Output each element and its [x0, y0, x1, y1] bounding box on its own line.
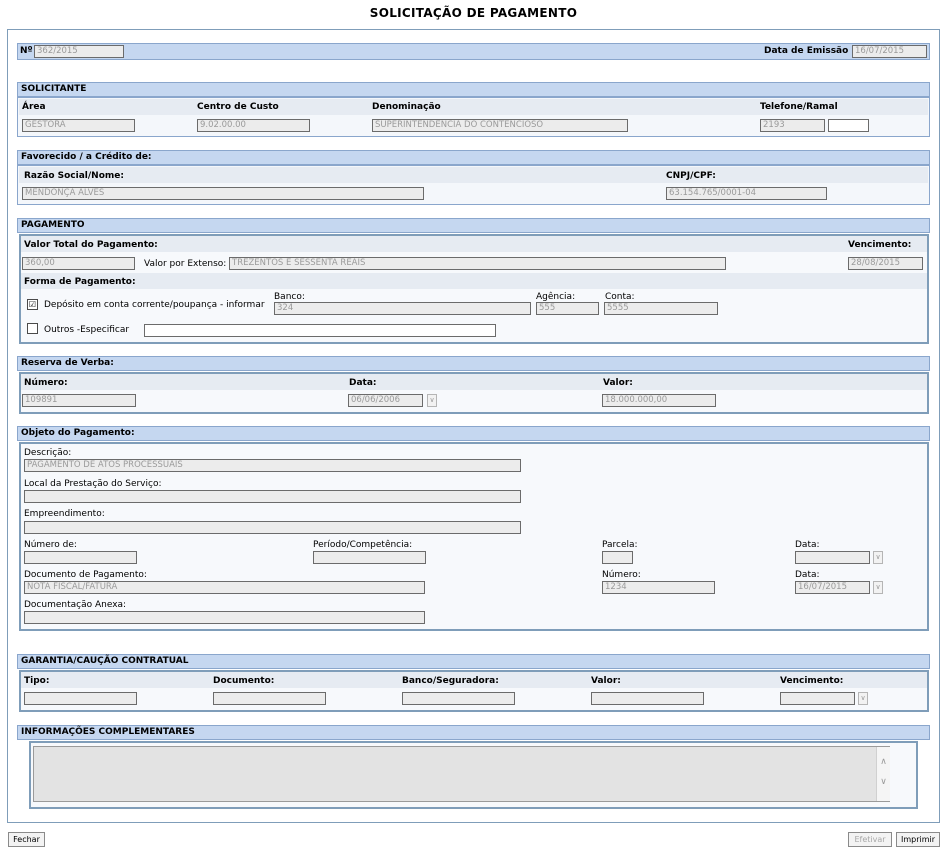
data2-dropdown-icon[interactable]: ∨ [873, 581, 883, 594]
informacoes-header: INFORMAÇÕES COMPLEMENTARES [17, 725, 930, 740]
fechar-button[interactable]: Fechar [8, 832, 45, 847]
vencimento-label: Vencimento: [848, 240, 912, 250]
deposito-checkbox[interactable]: ☑ [27, 299, 38, 310]
garantia-vencimento-dropdown-icon[interactable]: ∨ [858, 692, 868, 705]
favorecido-label-row [19, 167, 928, 183]
numero-label: Nº [20, 46, 33, 56]
reserva-label-row [21, 374, 927, 390]
imprimir-button[interactable]: Imprimir [896, 832, 940, 847]
garantia-documento-label: Documento: [213, 676, 275, 686]
efetivar-button[interactable]: Efetivar [848, 832, 892, 847]
valor-total-field[interactable]: 360,00 [22, 257, 135, 270]
reserva-numero-field[interactable]: 109891 [22, 394, 136, 407]
outros-checkbox[interactable] [27, 323, 38, 334]
banco-seguradora-field[interactable] [402, 692, 515, 705]
parcela-label: Parcela: [602, 540, 638, 550]
periodo-field[interactable] [313, 551, 426, 564]
conta-field[interactable]: 5555 [604, 302, 718, 315]
garantia-header: GARANTIA/CAUÇÃO CONTRATUAL [17, 654, 930, 669]
descricao-field[interactable]: PAGAMENTO DE ATOS PROCESSUAIS [24, 459, 521, 472]
numero-field[interactable]: 362/2015 [34, 45, 124, 58]
data1-dropdown-icon[interactable]: ∨ [873, 551, 883, 564]
reserva-data-dropdown-icon[interactable]: ∨ [427, 394, 437, 407]
local-prestacao-label: Local da Prestação do Serviço: [24, 479, 162, 489]
agencia-field[interactable]: 555 [536, 302, 599, 315]
emissao-label: Data de Emissão [764, 46, 849, 56]
objeto-header: Objeto do Pagamento: [17, 426, 930, 441]
documentacao-anexa-field[interactable] [24, 611, 425, 624]
valor-extenso-field[interactable]: TREZENTOS E SESSENTA REAIS [229, 257, 726, 270]
solicitante-header: SOLICITANTE [17, 82, 930, 97]
reserva-valor-field[interactable]: 18.000.000,00 [602, 394, 716, 407]
data1-label: Data: [795, 540, 820, 550]
garantia-vencimento-label: Vencimento: [780, 676, 844, 686]
periodo-label: Período/Competência: [313, 540, 413, 550]
vencimento-field[interactable]: 28/08/2015 [848, 257, 923, 270]
garantia-valor-label: Valor: [591, 676, 621, 686]
telefone-label: Telefone/Ramal [760, 102, 838, 112]
area-field[interactable]: GESTORA [22, 119, 135, 132]
page-title: SOLICITAÇÃO DE PAGAMENTO [369, 6, 578, 20]
pagamento-header: PAGAMENTO [17, 218, 930, 233]
banco-seguradora-label: Banco/Seguradora: [402, 676, 499, 686]
tipo-field[interactable] [24, 692, 137, 705]
documento-label: Documento de Pagamento: [24, 570, 147, 580]
centro-custo-field[interactable]: 9.02.00.00 [197, 119, 310, 132]
garantia-vencimento-field[interactable] [780, 692, 855, 705]
informacoes-textarea[interactable] [33, 746, 890, 802]
data1-field[interactable] [795, 551, 870, 564]
deposito-label: Depósito em conta corrente/poupança - in… [44, 300, 265, 310]
scroll-up-icon[interactable]: ∧ [877, 757, 890, 767]
scroll-down-icon[interactable]: ∨ [877, 777, 890, 787]
documento-field[interactable]: NOTA FISCAL/FATURA [24, 581, 425, 594]
data2-field[interactable]: 16/07/2015 [795, 581, 870, 594]
forma-pagamento-label: Forma de Pagamento: [24, 277, 136, 287]
reserva-valor-label: Valor: [603, 378, 633, 388]
reserva-numero-label: Número: [24, 378, 68, 388]
informacoes-scrollbar[interactable]: ∧ ∨ [876, 747, 890, 801]
area-label: Área [22, 102, 46, 112]
empreendimento-field[interactable] [24, 521, 521, 534]
empreendimento-label: Empreendimento: [24, 509, 105, 519]
numero-de-field[interactable] [24, 551, 137, 564]
numero-de-label: Número de: [24, 540, 77, 550]
emissao-field[interactable]: 16/07/2015 [852, 45, 927, 58]
garantia-valor-field[interactable] [591, 692, 704, 705]
favorecido-header: Favorecido / a Crédito de: [17, 150, 930, 165]
banco-field[interactable]: 324 [274, 302, 531, 315]
reserva-data-label: Data: [349, 378, 377, 388]
denominacao-field[interactable]: SUPERINTENDÊNCIA DO CONTENCIOSO [372, 119, 628, 132]
denominacao-label: Denominação [372, 102, 441, 112]
ramal-field[interactable] [828, 119, 869, 132]
data2-label: Data: [795, 570, 820, 580]
razao-social-field[interactable]: MENDONÇA ALVES [22, 187, 424, 200]
valor-extenso-label: Valor por Extenso: [144, 259, 227, 269]
telefone-field[interactable]: 2193 [760, 119, 825, 132]
cnpj-field[interactable]: 63.154.765/0001-04 [666, 187, 827, 200]
razao-social-label: Razão Social/Nome: [24, 171, 124, 181]
local-prestacao-field[interactable] [24, 490, 521, 503]
reserva-header: Reserva de Verba: [17, 356, 930, 371]
forma-pagamento-row [21, 273, 927, 289]
numero2-label: Número: [602, 570, 641, 580]
parcela-field[interactable] [602, 551, 633, 564]
cnpj-label: CNPJ/CPF: [666, 171, 716, 181]
outros-field[interactable] [144, 324, 496, 337]
reserva-data-field[interactable]: 06/06/2006 [348, 394, 423, 407]
descricao-label: Descrição: [24, 448, 72, 458]
numero2-field[interactable]: 1234 [602, 581, 715, 594]
outros-label: Outros -Especificar [44, 325, 130, 335]
valor-total-label: Valor Total do Pagamento: [24, 240, 158, 250]
centro-custo-label: Centro de Custo [197, 102, 279, 112]
garantia-documento-field[interactable] [213, 692, 326, 705]
tipo-label: Tipo: [24, 676, 50, 686]
documentacao-anexa-label: Documentação Anexa: [24, 600, 127, 610]
